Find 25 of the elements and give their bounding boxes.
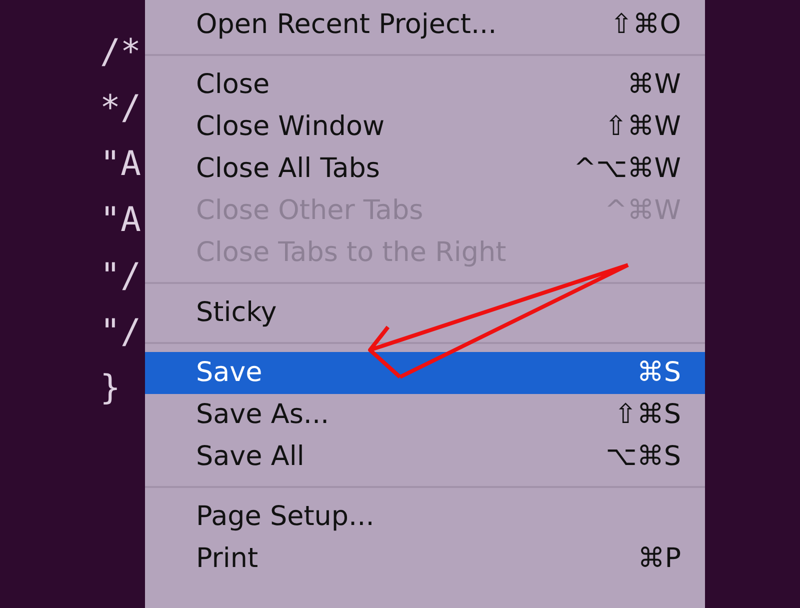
menu-item[interactable]: Page Setup...	[145, 496, 705, 538]
shortcut-label: ⌘P	[638, 542, 681, 576]
code-line: /*	[100, 31, 142, 74]
menu-item[interactable]: Print ⌘P	[145, 538, 705, 580]
shortcut-label: ⌘S	[636, 356, 681, 390]
code-line: "/	[100, 311, 142, 354]
menu-item[interactable]: Save All ⌥⌘S	[145, 436, 705, 478]
code-line: "/	[100, 255, 142, 298]
menu-item[interactable]: Open Recent Project... ⇧⌘O	[145, 4, 705, 46]
shortcut-label: ⌘W	[627, 68, 681, 102]
menu-item[interactable]: Close All Tabs ^⌥⌘W	[145, 148, 705, 190]
menu-item[interactable]: Close ⌘W	[145, 64, 705, 106]
shortcut-label: ^⌥⌘W	[574, 152, 681, 186]
shortcut-label: ⇧⌘S	[614, 398, 681, 432]
menu-item[interactable]: Save As... ⇧⌘S	[145, 394, 705, 436]
shortcut-label: ⌥⌘S	[606, 440, 681, 474]
code-line: "A	[100, 199, 142, 242]
code-line: }	[100, 367, 122, 410]
code-line: "A	[100, 143, 142, 186]
menu-item[interactable]: Save ⌘S	[145, 352, 705, 394]
code-line: */	[100, 87, 142, 130]
menu-item[interactable]: Close Window ⇧⌘W	[145, 106, 705, 148]
shortcut-label: ⇧⌘W	[604, 110, 681, 144]
shortcut-label: ⇧⌘O	[610, 8, 681, 42]
menu-item[interactable]: Sticky	[145, 292, 705, 334]
